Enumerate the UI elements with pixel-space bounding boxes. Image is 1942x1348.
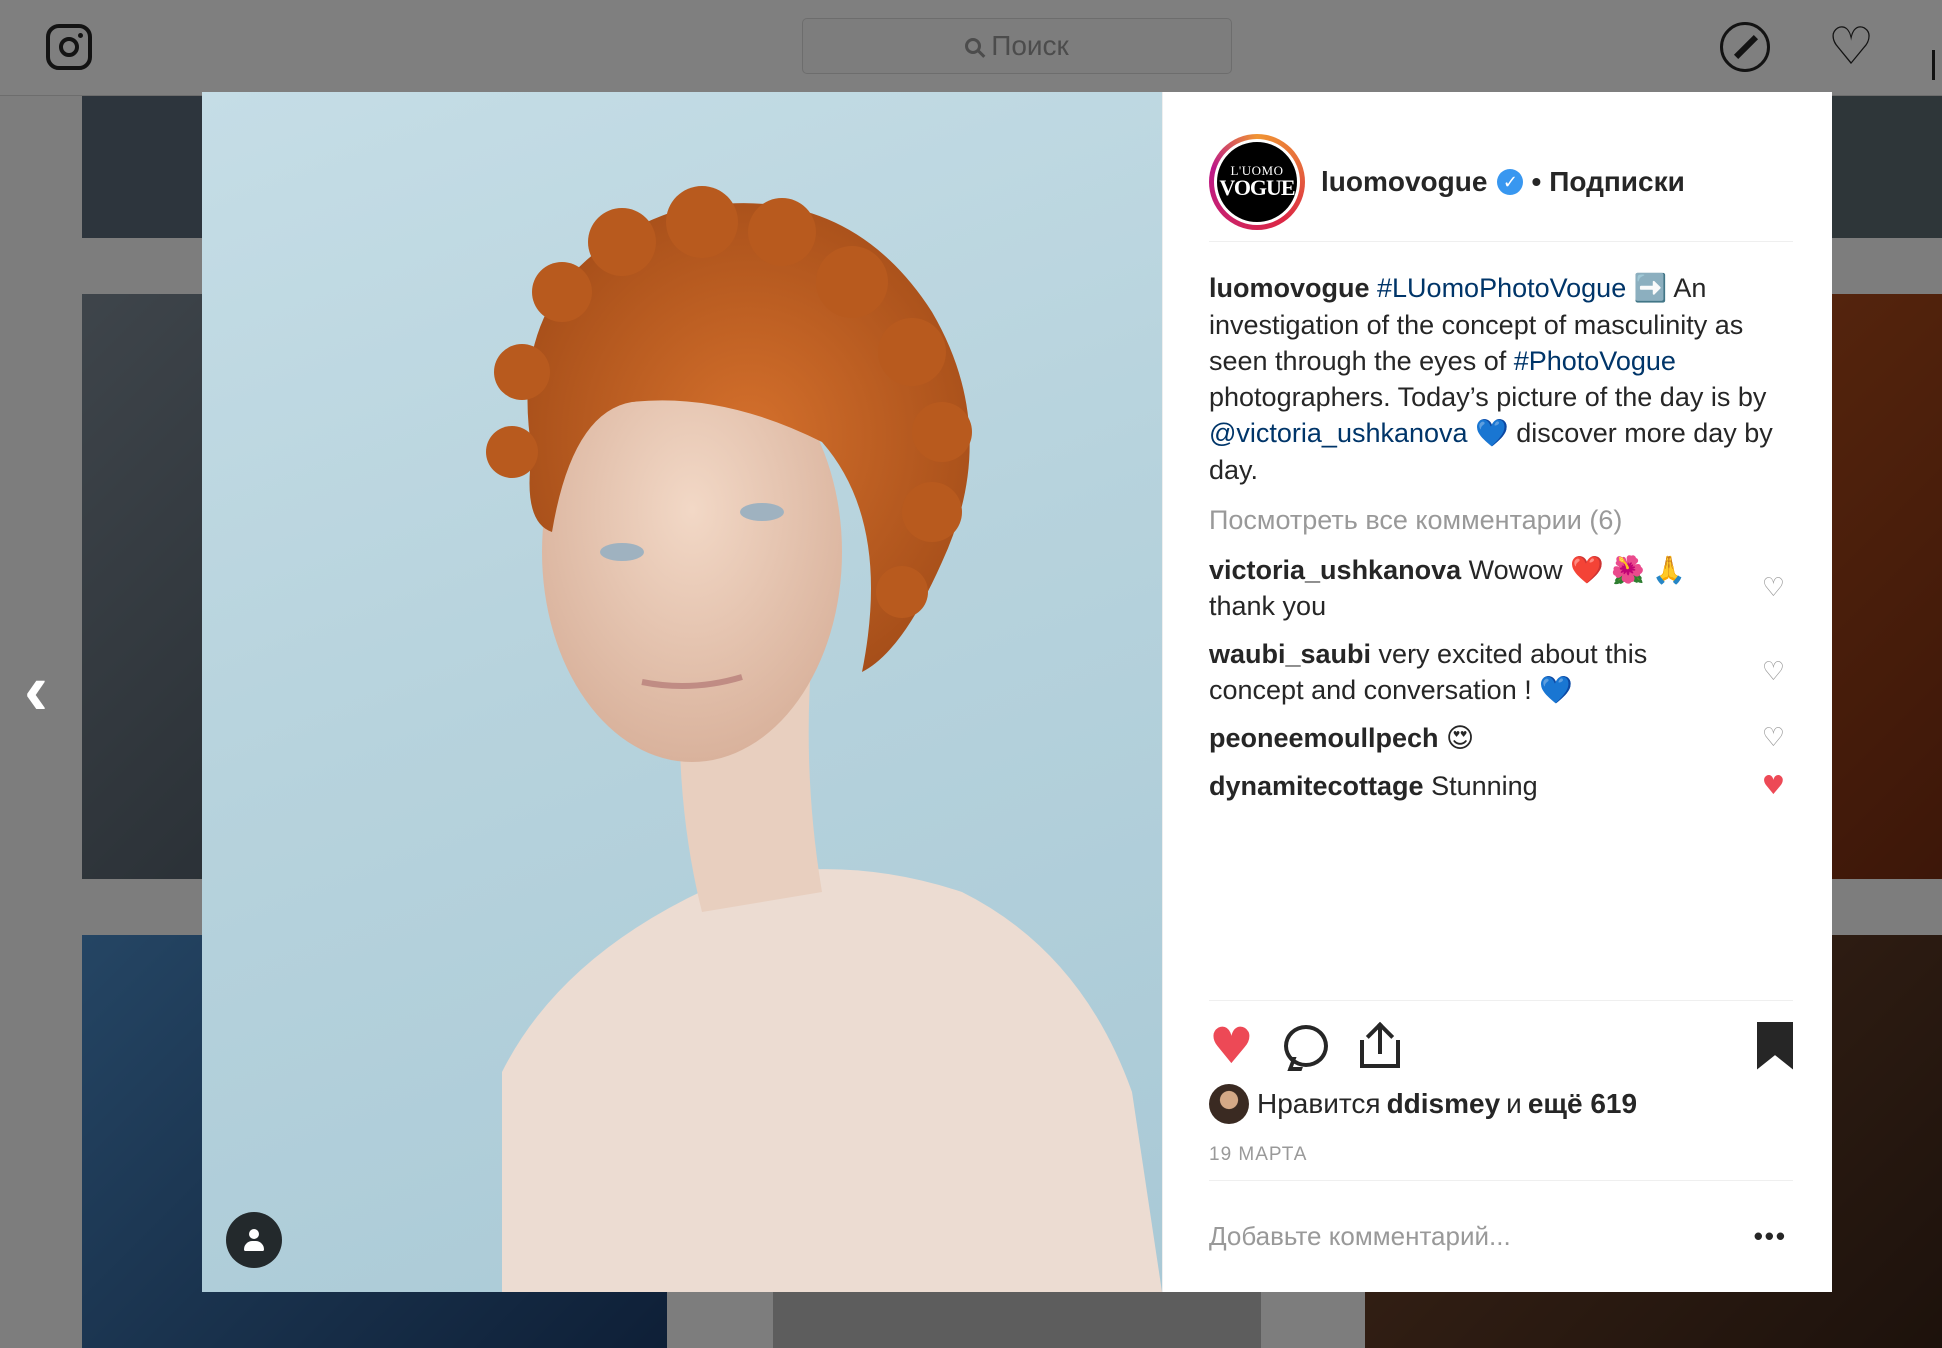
following-button[interactable]: Подписки (1549, 166, 1685, 198)
avatar[interactable]: L'UOMO VOGUE (1209, 133, 1305, 230)
add-comment-input[interactable] (1209, 1221, 1754, 1252)
comment-username[interactable]: dynamitecottage (1209, 771, 1424, 801)
person-icon (244, 1229, 264, 1251)
add-comment-bar: ••• (1209, 1180, 1793, 1292)
view-all-comments-link[interactable]: Посмотреть все комментарии (6) (1209, 502, 1793, 538)
bookmark-icon[interactable] (1757, 1021, 1793, 1070)
avatar-logo-text: VOGUE (1219, 175, 1295, 200)
comment-liked-heart-icon[interactable]: ♥ (1762, 768, 1785, 804)
post-header: L'UOMO VOGUE luomovogue ✓ • Подписки (1209, 122, 1793, 242)
tagged-users-button[interactable] (226, 1212, 282, 1268)
comment-like-icon[interactable]: ♡ (1762, 570, 1785, 606)
comment-bubble-icon[interactable] (1283, 1024, 1328, 1067)
previous-post-arrow-icon[interactable]: ‹ (24, 654, 64, 726)
likes-middle: и (1506, 1088, 1522, 1119)
comment-like-icon[interactable]: ♡ (1762, 720, 1785, 756)
likes-summary: Нравится ddismey и ещё 619 (1209, 1084, 1637, 1124)
liker-username[interactable]: ddismey (1387, 1088, 1501, 1120)
comments-list: luomovogue #LUomoPhotoVogue ➡️ An invest… (1209, 270, 1793, 816)
comment-username[interactable]: victoria_ushkanova (1209, 555, 1461, 585)
likes-prefix: Нравится (1257, 1088, 1381, 1119)
caption-username[interactable]: luomovogue (1209, 273, 1370, 303)
post-date: 19 МАРТА (1209, 1144, 1308, 1165)
comment-item: waubi_saubi very excited about this conc… (1209, 636, 1793, 708)
avatar-logo: L'UOMO VOGUE (1214, 138, 1300, 225)
comment-username[interactable]: waubi_saubi (1209, 639, 1371, 669)
post-caption: luomovogue #LUomoPhotoVogue ➡️ An invest… (1209, 270, 1793, 488)
comment-username[interactable]: peoneemoullpech (1209, 723, 1439, 753)
comment-item: dynamitecottage Stunning ♥ (1209, 768, 1793, 804)
like-heart-icon[interactable]: ♥ (1209, 1021, 1254, 1071)
comment-item: peoneemoullpech 😍 ♡ (1209, 720, 1793, 756)
liker-avatar[interactable] (1209, 1084, 1249, 1124)
mention-link[interactable]: @victoria_ushkanova (1209, 418, 1468, 448)
share-icon[interactable] (1359, 1021, 1400, 1068)
portrait-illustration (486, 186, 1162, 1292)
likes-count-link[interactable]: ещё 619 (1528, 1088, 1637, 1120)
hashtag-link[interactable]: #PhotoVogue (1514, 346, 1676, 376)
separator-dot: • (1531, 165, 1542, 197)
comment-text: 😍 (1438, 723, 1475, 753)
post-modal: L'UOMO VOGUE luomovogue ✓ • Подписки luo… (202, 92, 1832, 1292)
post-sidebar: L'UOMO VOGUE luomovogue ✓ • Подписки luo… (1162, 92, 1832, 1292)
comment-like-icon[interactable]: ♡ (1762, 654, 1785, 690)
post-actions-bar: ♥ (1209, 1000, 1793, 1090)
caption-text: photographers. Today’s picture of the da… (1209, 382, 1767, 412)
comment-text: Stunning (1423, 771, 1538, 801)
verified-badge-icon: ✓ (1497, 168, 1524, 195)
arrow-emoji: ➡️ (1633, 273, 1668, 304)
more-options-icon[interactable]: ••• (1754, 1221, 1787, 1252)
blue-heart-emoji: 💙 (1475, 418, 1509, 449)
comment-item: victoria_ushkanova Wowow ❤️ 🌺 🙏 thank yo… (1209, 552, 1793, 624)
hashtag-link[interactable]: #LUomoPhotoVogue (1377, 273, 1626, 303)
post-username[interactable]: luomovogue (1321, 166, 1487, 198)
post-photo[interactable] (202, 92, 1162, 1292)
